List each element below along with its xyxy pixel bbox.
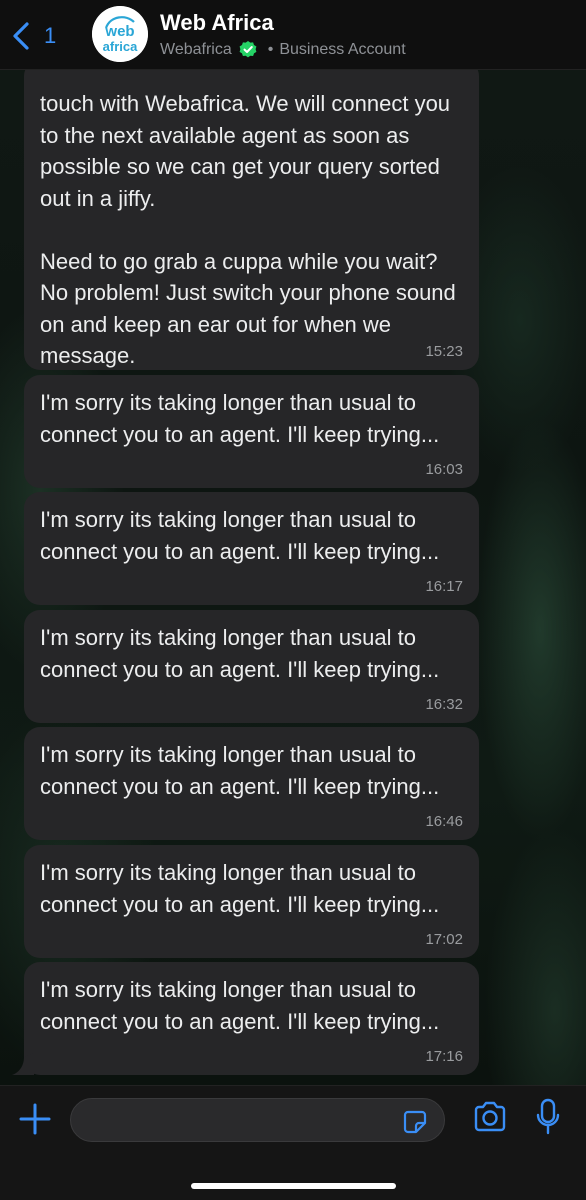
separator-dot: •	[267, 41, 274, 58]
svg-text:africa: africa	[103, 39, 138, 54]
message-list[interactable]: touch with Webafrica. We will connect yo…	[0, 70, 586, 1085]
contact-name[interactable]: Web Africa	[160, 10, 274, 36]
message-text: I'm sorry its taking longer than usual t…	[40, 860, 440, 917]
message-time: 17:16	[425, 1048, 463, 1065]
message-bubble[interactable]: I'm sorry its taking longer than usual t…	[24, 375, 479, 488]
account-type: Business Account	[279, 41, 406, 58]
webafrica-logo: web africa	[92, 6, 148, 62]
back-button[interactable]: 1	[10, 18, 70, 54]
message-time: 16:46	[425, 813, 463, 830]
message-bubble[interactable]: I'm sorry its taking longer than usual t…	[24, 610, 479, 723]
message-time: 16:03	[425, 461, 463, 478]
message-bubble[interactable]: touch with Webafrica. We will connect yo…	[24, 70, 479, 370]
plus-icon[interactable]	[18, 1102, 52, 1136]
message-text: I'm sorry its taking longer than usual t…	[40, 625, 440, 682]
bubble-tail	[12, 1053, 34, 1075]
message-bubble[interactable]: I'm sorry its taking longer than usual t…	[24, 962, 479, 1075]
svg-text:web: web	[104, 23, 134, 40]
message-input[interactable]	[70, 1098, 445, 1142]
chevron-left-icon	[13, 22, 29, 50]
home-indicator[interactable]	[191, 1183, 396, 1189]
message-time: 17:02	[425, 931, 463, 948]
message-time: 16:17	[425, 578, 463, 595]
message-time: 15:23	[425, 343, 463, 360]
avatar[interactable]: web africa	[92, 6, 148, 62]
contact-subtitle: Webafrica • Business Account	[160, 40, 406, 60]
message-text: I'm sorry its taking longer than usual t…	[40, 742, 440, 799]
verified-badge-icon	[239, 41, 257, 58]
message-bubble[interactable]: I'm sorry its taking longer than usual t…	[24, 492, 479, 605]
business-name: Webafrica	[160, 41, 232, 58]
chat-header: 1 web africa Web Africa Webafrica • Busi…	[0, 0, 586, 70]
message-text: I'm sorry its taking longer than usual t…	[40, 507, 440, 564]
message-text: I'm sorry its taking longer than usual t…	[40, 977, 440, 1034]
message-text: touch with Webafrica. We will connect yo…	[40, 91, 456, 368]
unread-count: 1	[44, 23, 57, 48]
camera-icon[interactable]	[472, 1100, 508, 1134]
sticker-icon[interactable]	[402, 1109, 428, 1135]
message-bubble[interactable]: I'm sorry its taking longer than usual t…	[24, 727, 479, 840]
microphone-icon[interactable]	[536, 1098, 560, 1136]
message-text: I'm sorry its taking longer than usual t…	[40, 390, 440, 447]
message-bubble[interactable]: I'm sorry its taking longer than usual t…	[24, 845, 479, 958]
message-time: 16:32	[425, 696, 463, 713]
